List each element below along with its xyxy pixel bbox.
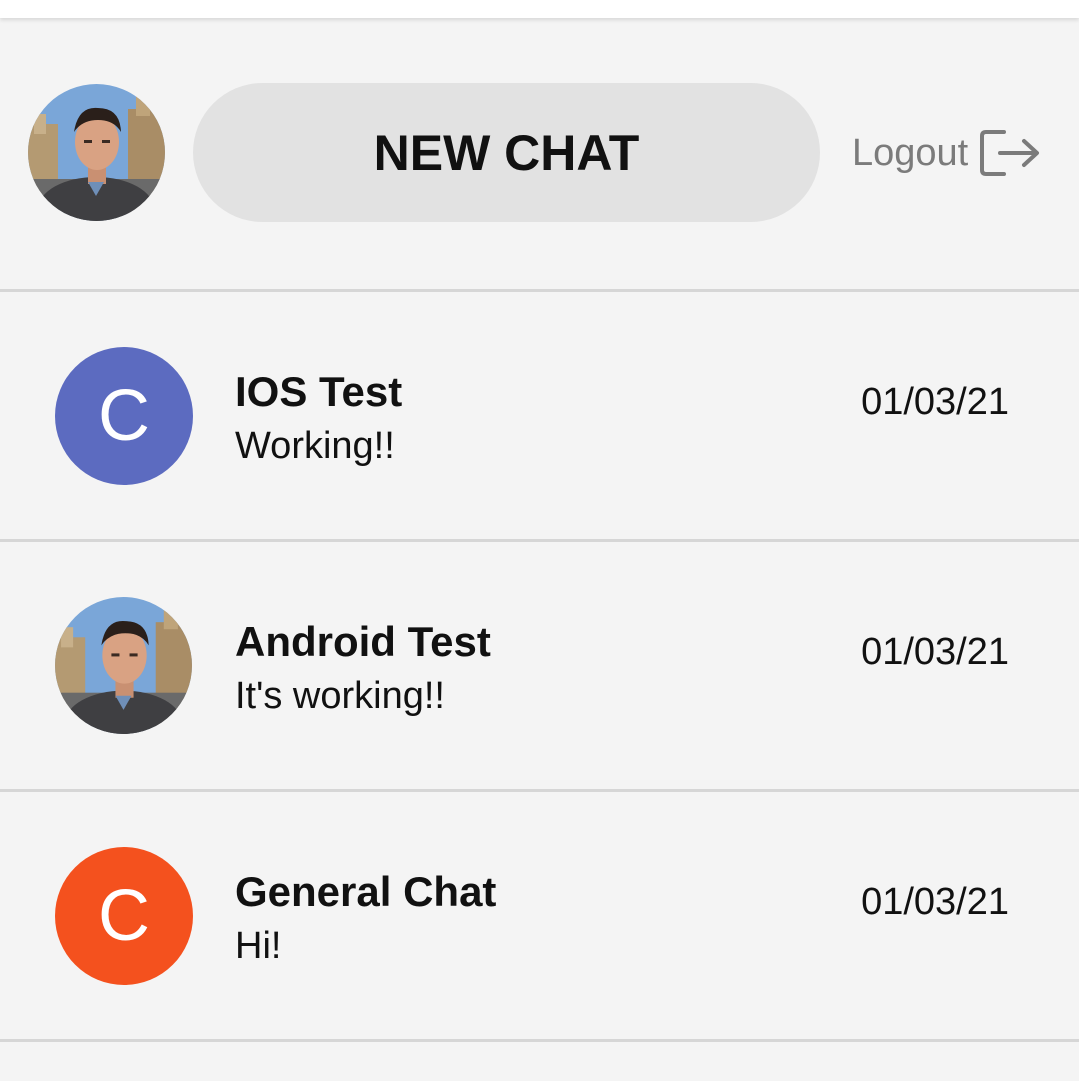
chat-title: General Chat: [235, 868, 497, 915]
chat-date: 01/03/21: [861, 881, 1009, 923]
chat-last-message: It's working!!: [235, 675, 445, 717]
logout-button[interactable]: Logout: [852, 128, 1042, 178]
new-chat-button[interactable]: NEW CHAT: [193, 83, 820, 222]
chat-title: Android Test: [235, 618, 491, 665]
profile-photo-image: [55, 597, 192, 734]
user-avatar[interactable]: [28, 84, 165, 221]
logout-label: Logout: [852, 131, 969, 174]
profile-photo-image: [28, 84, 165, 221]
chat-avatar: C: [55, 347, 193, 485]
chat-avatar: [55, 597, 192, 734]
chat-list-header: NEW CHAT Logout: [0, 18, 1079, 290]
chat-avatar: C: [55, 847, 193, 985]
logout-icon: [980, 130, 1040, 176]
chat-last-message: Working!!: [235, 425, 395, 467]
chat-last-message: Hi!: [235, 925, 282, 967]
top-bar: [0, 0, 1079, 18]
chat-list-item[interactable]: Android Test It's working!! 01/03/21: [0, 542, 1079, 789]
chat-list-item[interactable]: C IOS Test Working!! 01/03/21: [0, 292, 1079, 539]
chat-title: IOS Test: [235, 368, 403, 415]
chat-list-item[interactable]: C General Chat Hi! 01/03/21: [0, 792, 1079, 1039]
divider: [0, 1039, 1079, 1042]
chat-date: 01/03/21: [861, 631, 1009, 673]
chat-date: 01/03/21: [861, 381, 1009, 423]
